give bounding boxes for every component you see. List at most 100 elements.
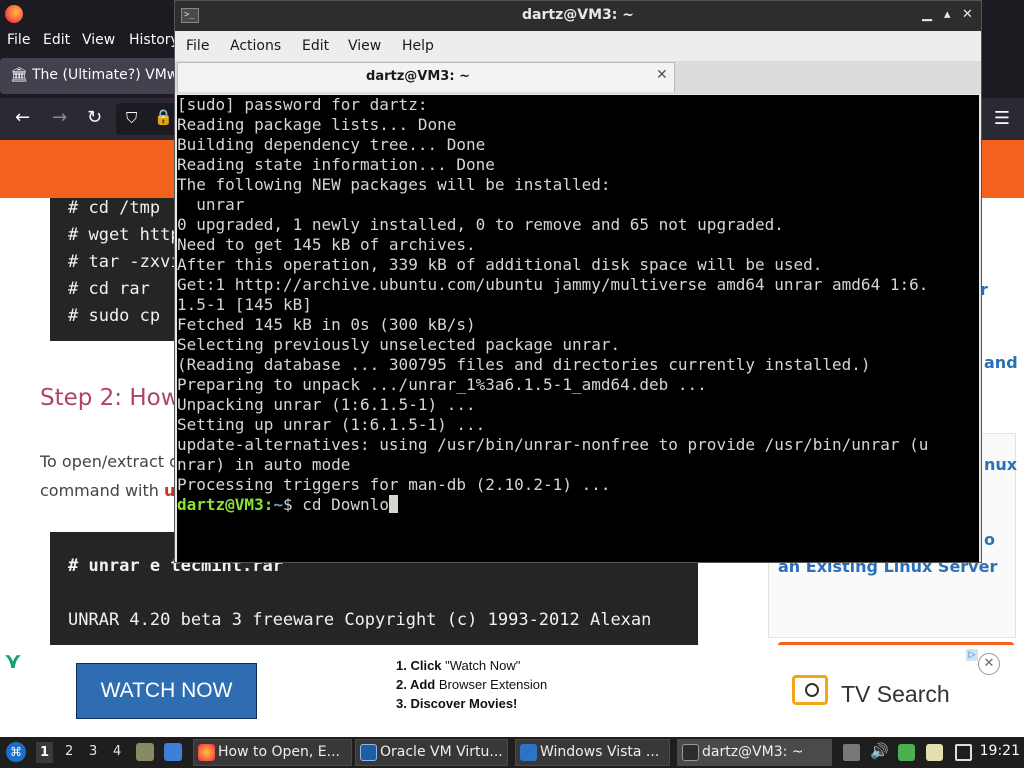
workspace-3[interactable]: 3 <box>89 744 97 759</box>
ad-info-icon[interactable]: ▷ <box>966 649 978 661</box>
terminal-line: Reading state information... Done <box>177 155 495 174</box>
firefox-menu-file[interactable]: File <box>7 32 30 48</box>
terminal-tab[interactable]: dartz@VM3: ~ ✕ <box>177 62 675 92</box>
tab-close-icon[interactable]: ✕ <box>656 67 668 83</box>
task-label: How to Open, E... <box>218 744 340 760</box>
back-arrow-icon[interactable]: ← <box>15 108 30 128</box>
tv-search-brand: TV Search <box>841 681 950 707</box>
task-label: Windows Vista ... <box>540 744 660 760</box>
terminal-window-title: dartz@VM3: ~ <box>522 7 634 23</box>
terminal-prompt-user: dartz@VM3 <box>177 495 264 514</box>
shield-icon[interactable]: ⛉ <box>126 109 137 127</box>
ad-step: 2. Add Browser Extension <box>396 677 547 692</box>
terminal-line: Preparing to unpack .../unrar_1%3a6.1.5-… <box>177 375 707 394</box>
terminal-menu-file[interactable]: File <box>186 38 209 54</box>
task-windows-vista[interactable]: Windows Vista ... <box>515 739 670 766</box>
ad-close-icon[interactable]: ✕ <box>978 653 1000 675</box>
terminal-line: nrar) in auto mode <box>177 455 351 474</box>
lock-icon[interactable]: 🔒 <box>154 108 173 126</box>
show-desktop-icon[interactable] <box>164 743 182 761</box>
terminal-output[interactable]: [sudo] password for dartz: Reading packag… <box>177 95 979 562</box>
terminal-line: Reading package lists... Done <box>177 115 457 134</box>
watch-now-button[interactable]: WATCH NOW <box>76 663 257 719</box>
terminal-line: update-alternatives: using /usr/bin/unra… <box>177 435 929 454</box>
code-line: UNRAR 4.20 beta 3 freeware Copyright (c)… <box>68 610 652 630</box>
terminal-line: Unpacking unrar (1:6.1.5-1) ... <box>177 395 476 414</box>
code-line: # sudo cp <box>68 306 161 326</box>
terminal-titlebar[interactable]: >_ dartz@VM3: ~ ▁ ▴ ✕ <box>175 1 981 31</box>
terminal-line: (Reading database ... 300795 files and d… <box>177 355 871 374</box>
sidebar-link-fragment[interactable]: and <box>984 353 1018 372</box>
paragraph-line: command with u <box>40 481 175 500</box>
terminal-line: The following NEW packages will be insta… <box>177 175 611 194</box>
minimize-icon[interactable]: ▁ <box>922 7 932 22</box>
workspace-1[interactable]: 1 <box>36 742 54 763</box>
green-g-icon[interactable] <box>898 744 915 761</box>
storage-icon[interactable] <box>843 744 860 761</box>
terminal-line: Building dependency tree... Done <box>177 135 486 154</box>
volume-icon[interactable]: 🔊 <box>870 742 889 760</box>
terminal-line: 0 upgraded, 1 newly installed, 0 to remo… <box>177 215 784 234</box>
terminal-line: 1.5-1 [145 kB] <box>177 295 312 314</box>
clipboard-icon[interactable] <box>926 744 943 761</box>
file-manager-icon[interactable] <box>136 743 154 761</box>
terminal-line: Processing triggers for man-db (2.10.2-1… <box>177 475 611 494</box>
terminal-menu-help[interactable]: Help <box>402 38 434 54</box>
terminal-line: Setting up unrar (1:6.1.5-1) ... <box>177 415 486 434</box>
step-heading: Step 2: How <box>40 385 180 411</box>
terminal-window: >_ dartz@VM3: ~ ▁ ▴ ✕ File Actions Edit … <box>174 0 982 563</box>
display-icon[interactable] <box>955 744 972 761</box>
hamburger-menu-icon[interactable]: ☰ <box>994 108 1010 129</box>
ad-step-num: 3. Discover Movies! <box>396 696 518 711</box>
workspace-2[interactable]: 2 <box>65 744 73 759</box>
ad-step-num: 1. Click <box>396 658 442 673</box>
terminal-line: After this operation, 339 kB of addition… <box>177 255 823 274</box>
task-virtualbox[interactable]: Oracle VM Virtu... <box>355 739 508 766</box>
ad-step-text: Browser Extension <box>435 677 548 692</box>
forward-arrow-icon[interactable]: → <box>52 108 67 128</box>
paragraph-line: To open/extract o <box>40 452 179 471</box>
terminal-lines: [sudo] password for dartz: Reading packag… <box>177 95 977 515</box>
firefox-menu-view[interactable]: View <box>82 32 115 48</box>
firefox-tab-title: The (Ultimate?) VMwa <box>32 67 187 83</box>
virtualbox-icon <box>360 744 377 761</box>
ad-step-text: "Watch Now" <box>441 658 521 673</box>
start-menu-icon[interactable]: ⌘ <box>6 742 26 762</box>
terminal-cursor <box>388 495 398 513</box>
terminal-line: unrar <box>177 195 245 214</box>
task-firefox[interactable]: How to Open, E... <box>193 739 352 766</box>
firefox-menu-history[interactable]: History <box>129 32 179 48</box>
paragraph-text: command with <box>40 481 164 500</box>
terminal-input: cd Downlo <box>302 495 389 514</box>
terminal-line: Get:1 http://archive.ubuntu.com/ubuntu j… <box>177 275 929 294</box>
ad-step-num: 2. Add <box>396 677 436 692</box>
windows-vm-icon <box>520 744 537 761</box>
firefox-menu-edit[interactable]: Edit <box>43 32 70 48</box>
terminal-menu-actions[interactable]: Actions <box>230 38 281 54</box>
sidebar-link-fragment[interactable]: o <box>984 530 995 549</box>
reload-icon[interactable]: ↻ <box>87 108 102 128</box>
firefox-tab[interactable]: 🏛 The (Ultimate?) VMwa <box>0 58 190 94</box>
tv-search-icon <box>792 675 828 705</box>
close-icon[interactable]: ✕ <box>962 7 973 22</box>
terminal-tab-label: dartz@VM3: ~ <box>366 69 470 84</box>
sidebar-link-fragment[interactable]: nux <box>984 455 1017 474</box>
terminal-prompt-line[interactable]: dartz@VM3:~$ cd Downlo <box>177 495 977 515</box>
firefox-logo-icon <box>5 5 23 23</box>
terminal-tabbar: dartz@VM3: ~ ✕ <box>175 61 981 94</box>
task-label: dartz@VM3: ~ <box>702 744 804 760</box>
code-line: # wget http <box>68 225 181 245</box>
firefox-icon <box>198 744 215 761</box>
maximize-icon[interactable]: ▴ <box>944 7 951 22</box>
pillar-site-icon: 🏛 <box>10 67 28 83</box>
clock: 19:21 <box>979 743 1020 759</box>
terminal-prompt-path: ~ <box>273 495 283 514</box>
code-line: # cd rar <box>68 279 150 299</box>
terminal-line: [sudo] password for dartz: <box>177 95 428 114</box>
terminal-menu-view[interactable]: View <box>348 38 381 54</box>
task-terminal[interactable]: dartz@VM3: ~ <box>677 739 832 766</box>
freestar-logo-icon: ⋎ <box>4 649 22 674</box>
workspace-4[interactable]: 4 <box>113 744 121 759</box>
terminal-menu-edit[interactable]: Edit <box>302 38 329 54</box>
terminal-line: Fetched 145 kB in 0s (300 kB/s) <box>177 315 476 334</box>
